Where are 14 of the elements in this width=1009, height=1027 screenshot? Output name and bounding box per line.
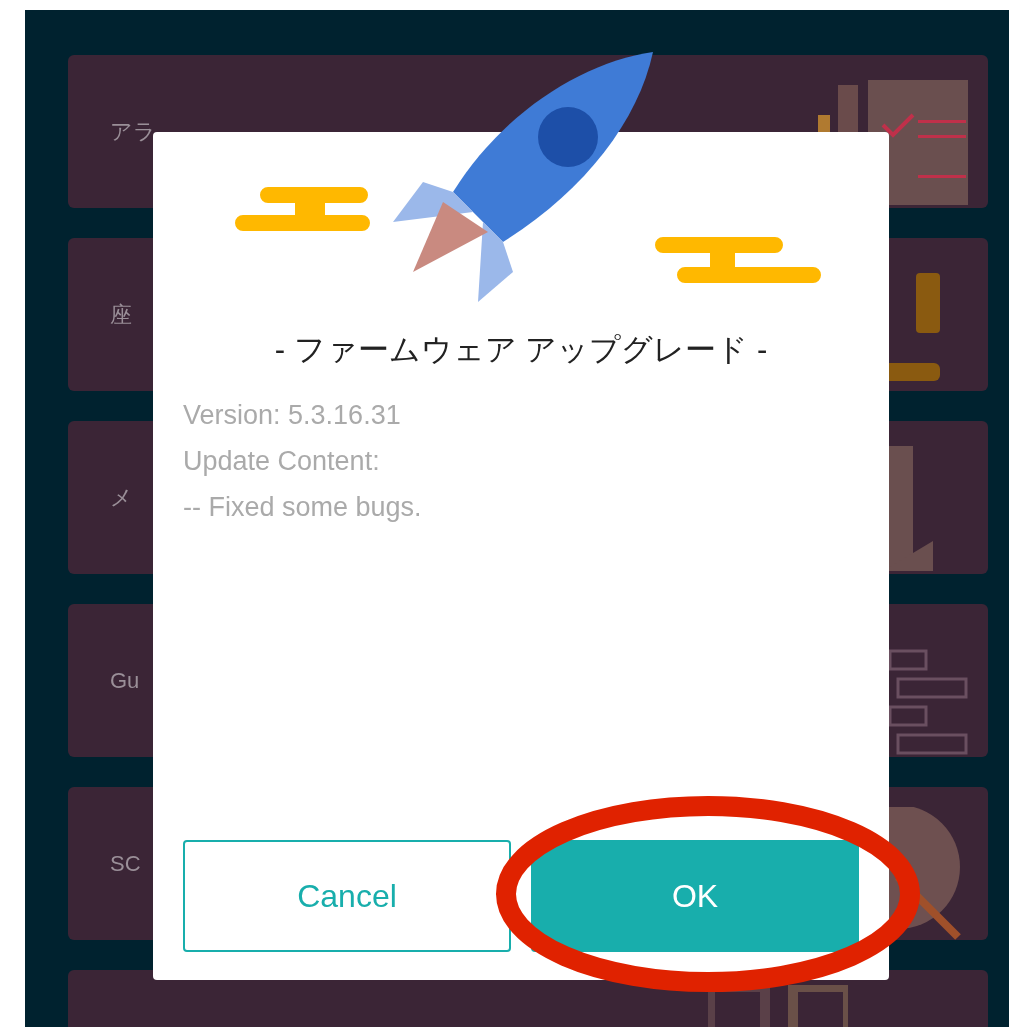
dialog-title: - ファームウェア アップグレード - — [273, 331, 769, 369]
card-label: アラ — [110, 118, 156, 146]
update-info-text: Update Content: — [183, 444, 381, 478]
update-info-text: Version: 5.3.16.31 — [183, 398, 402, 432]
cloud-icon — [655, 237, 821, 285]
update-info-text: -- Fixed some bugs. — [183, 490, 423, 524]
cloud-icon — [235, 187, 370, 233]
ok-button[interactable]: OK — [531, 840, 859, 952]
cancel-button[interactable]: Cancel — [183, 840, 511, 952]
squares-icon — [708, 985, 848, 1027]
card-label: SC — [110, 850, 141, 878]
card-label: メ — [110, 484, 133, 512]
card-label: Gu — [110, 667, 140, 695]
card-label: 座 — [110, 301, 132, 329]
